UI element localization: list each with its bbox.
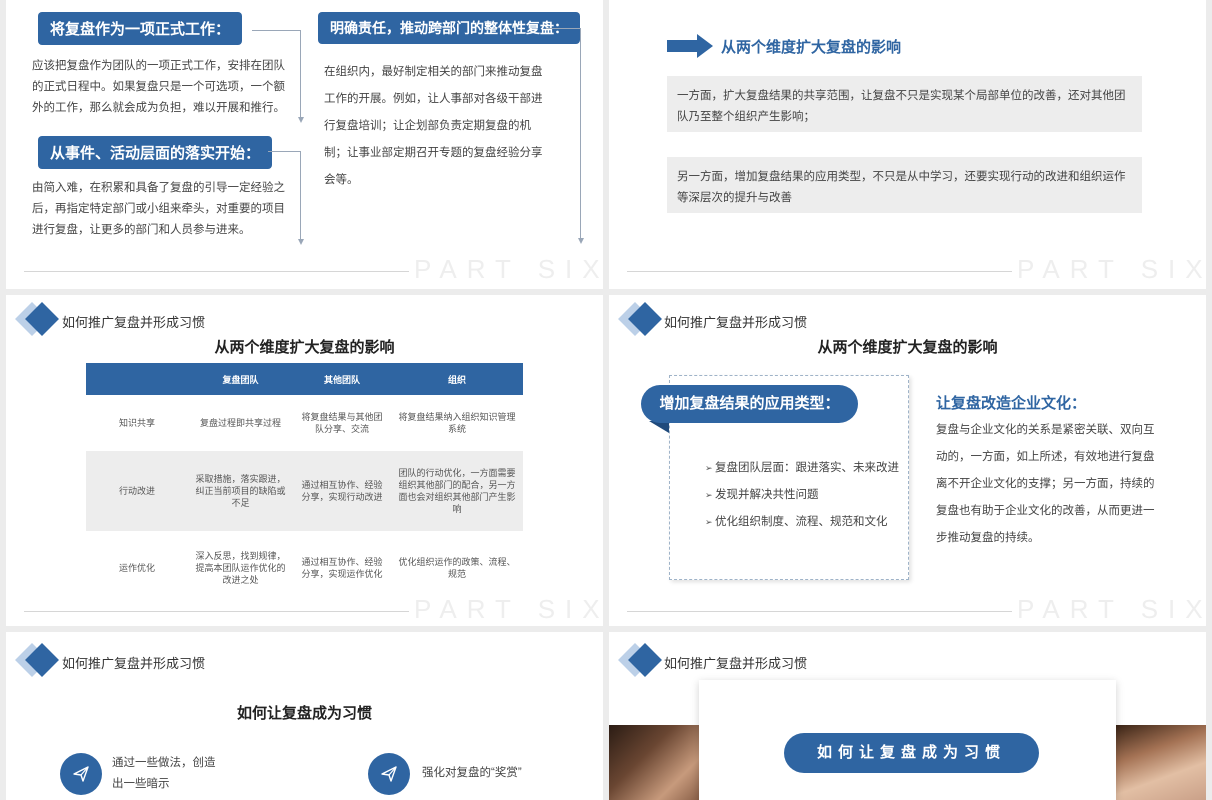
table-cell: 通过相互协作、经验分享，实现行动改进 bbox=[293, 451, 391, 531]
footer-text: PART SIX bbox=[1017, 254, 1206, 284]
slide-header: 如何推广复盘并形成习惯 bbox=[62, 656, 206, 671]
table-cell: 通过相互协作、经验分享，实现运作优化 bbox=[301, 557, 383, 579]
text-box-1: 一方面，扩大复盘结果的共享范围，让复盘不只是实现某个局部单位的改善，还对其他团队… bbox=[667, 76, 1142, 132]
arrow-right-icon bbox=[667, 34, 713, 58]
arrow-down-icon bbox=[578, 238, 584, 244]
list-item: ➢ 优化组织制度、流程、规范和文化 bbox=[705, 516, 888, 528]
bracket-3 bbox=[546, 28, 581, 238]
footer-line bbox=[627, 271, 1012, 272]
slide-3: 如何推广复盘并形成习惯 从两个维度扩大复盘的影响 复盘团队 其他团队 组织 知识… bbox=[6, 295, 603, 626]
slide-title: 如何让复盘成为习惯 bbox=[236, 705, 372, 722]
footer-text: PART SIX bbox=[1017, 594, 1206, 624]
column-header: 复盘团队 bbox=[188, 363, 293, 395]
arrow-down-icon bbox=[298, 117, 304, 123]
right-body: 在组织内，最好制定相关的部门来推动复盘工作的开展。例如，让人事部对各级干部进行复… bbox=[324, 66, 543, 186]
table-row: 知识共享 复盘过程即共享过程 将复盘结果与其他团队分享、交流 将复盘结果纳入组织… bbox=[86, 395, 523, 451]
bubble-title: 增加复盘结果的应用类型： bbox=[641, 385, 858, 423]
habit-item-1: 通过一些做法，创造出一些暗示 bbox=[112, 757, 216, 790]
paper-plane-icon bbox=[368, 753, 410, 795]
list-item: ➢ 发现并解决共性问题 bbox=[705, 489, 819, 501]
slide-title: 从两个维度扩大复盘的影响 bbox=[214, 339, 395, 356]
habit-item-2: 强化对复盘的“奖赏” bbox=[422, 767, 522, 779]
column-header: 组织 bbox=[391, 363, 523, 395]
slide-1: 将复盘作为一项正式工作： 应该把复盘作为团队的一项正式工作，安排在团队的正式日程… bbox=[6, 0, 603, 289]
bullet-list: ➢ 复盘团队层面：跟进落实、未来改进 ➢ 发现并解决共性问题 ➢ 优化组织制度、… bbox=[705, 455, 899, 536]
table-cell: 团队的行动优化，一方面需要组织其他部门的配合，另一方面也会对组织其他部门产生影响 bbox=[391, 451, 523, 531]
slide-header: 如何推广复盘并形成习惯 bbox=[664, 656, 808, 671]
table-header-row: 复盘团队 其他团队 组织 bbox=[86, 363, 523, 395]
table-cell: 将复盘结果与其他团队分享、交流 bbox=[301, 412, 383, 434]
slide-header: 如何推广复盘并形成习惯 bbox=[664, 315, 808, 330]
table-cell: 行动改进 bbox=[86, 451, 188, 531]
arrow-down-icon bbox=[298, 239, 304, 245]
triangle-bullet-icon: ➢ bbox=[705, 490, 716, 500]
table-cell: 复盘过程即共享过程 bbox=[199, 418, 281, 428]
footer-line bbox=[24, 271, 409, 272]
photo-right bbox=[1116, 725, 1206, 800]
heading: 从两个维度扩大复盘的影响 bbox=[721, 39, 902, 56]
slide-header: 如何推广复盘并形成习惯 bbox=[62, 315, 206, 330]
slide-2: 从两个维度扩大复盘的影响 一方面，扩大复盘结果的共享范围，让复盘不只是实现某个局… bbox=[609, 0, 1206, 289]
right-body: 复盘与企业文化的关系是紧密关联、双向互动的，一方面，如上所述，有效地进行复盘离不… bbox=[936, 424, 1155, 544]
left-title-2: 从事件、活动层面的落实开始： bbox=[38, 136, 273, 169]
triangle-bullet-icon: ➢ bbox=[705, 463, 716, 473]
footer-line bbox=[24, 611, 409, 612]
footer-line bbox=[627, 611, 1012, 612]
table-cell: 深入反思，找到规律，提高本团队运作优化的改进之处 bbox=[195, 551, 286, 585]
left-body-2: 由简入难，在积累和具备了复盘的引导一定经验之后，再指定特定部门或小组来牵头，对重… bbox=[32, 182, 285, 236]
slide-6: 如何推广复盘并形成习惯 如何让复盘成为习惯 bbox=[609, 632, 1206, 800]
right-title: 让复盘改造企业文化： bbox=[936, 395, 1087, 412]
table-row: 行动改进 采取措施，落实跟进，纠正当前项目的缺陷或不足 通过相互协作、经验分享，… bbox=[86, 451, 523, 531]
table-cell: 运作优化 bbox=[118, 563, 155, 573]
column-header bbox=[86, 363, 188, 395]
left-title-1: 将复盘作为一项正式工作： bbox=[38, 12, 243, 45]
slide-5: 如何推广复盘并形成习惯 如何让复盘成为习惯 通过一些做法，创造出一些暗示 强化对… bbox=[6, 632, 603, 800]
footer-text: PART SIX bbox=[414, 254, 603, 284]
bracket-2 bbox=[268, 151, 301, 239]
bracket-1 bbox=[252, 30, 301, 118]
comparison-table: 复盘团队 其他团队 组织 知识共享 复盘过程即共享过程 将复盘结果与其他团队分享… bbox=[86, 363, 523, 605]
photo-left bbox=[609, 725, 699, 800]
triangle-bullet-icon: ➢ bbox=[705, 517, 716, 527]
banner-title: 如何让复盘成为习惯 bbox=[784, 733, 1039, 773]
table-cell: 知识共享 bbox=[118, 418, 155, 428]
text-box-2: 另一方面，增加复盘结果的应用类型，不只是从中学习，还要实现行动的改进和组织运作等… bbox=[667, 157, 1142, 213]
slide-4: 如何推广复盘并形成习惯 从两个维度扩大复盘的影响 增加复盘结果的应用类型： ➢ … bbox=[609, 295, 1206, 626]
table-cell: 将复盘结果纳入组织知识管理系统 bbox=[398, 412, 516, 434]
column-header: 其他团队 bbox=[293, 363, 391, 395]
footer-text: PART SIX bbox=[414, 594, 603, 624]
paper-plane-icon bbox=[60, 753, 102, 795]
right-title: 明确责任，推动跨部门的整体性复盘： bbox=[318, 12, 580, 44]
list-item: ➢ 复盘团队层面：跟进落实、未来改进 bbox=[705, 462, 900, 474]
slide-title: 从两个维度扩大复盘的影响 bbox=[817, 339, 998, 356]
table-cell: 采取措施，落实跟进，纠正当前项目的缺陷或不足 bbox=[188, 451, 293, 531]
